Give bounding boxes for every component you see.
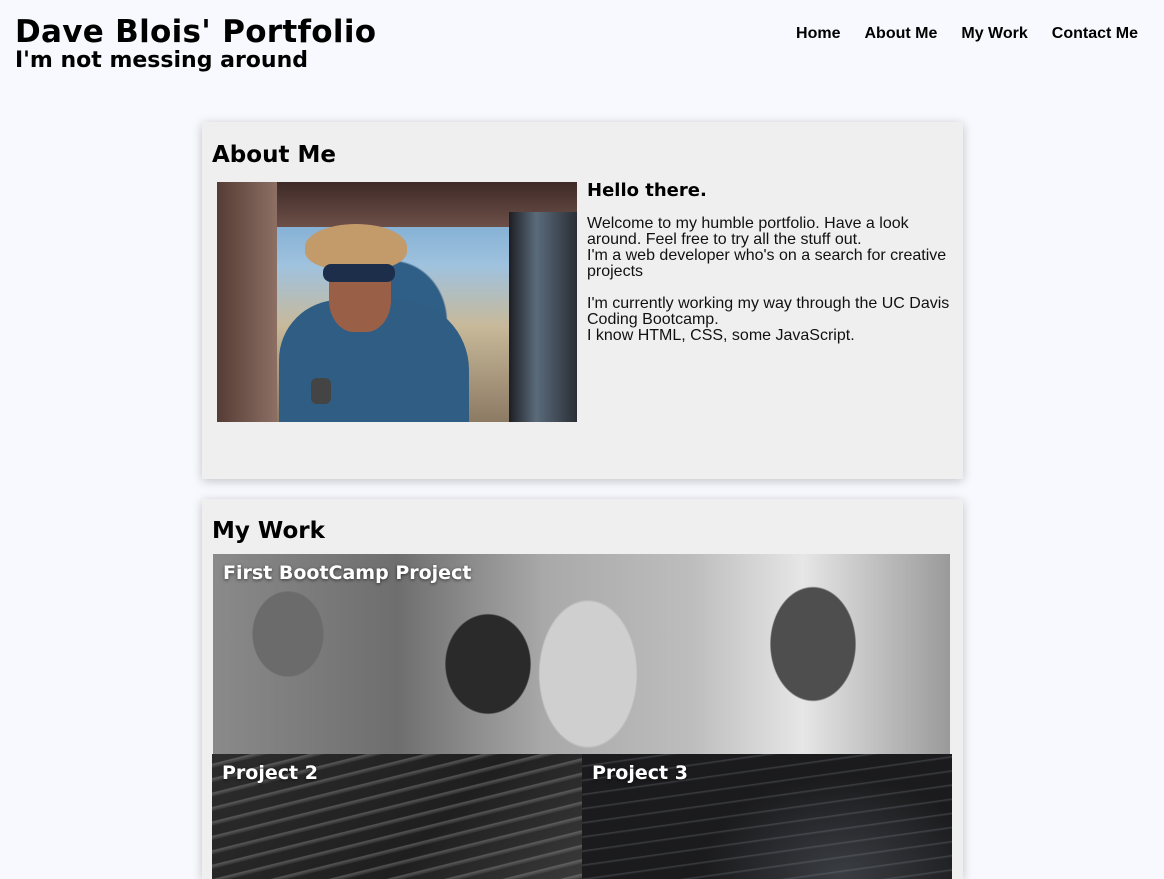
project-tile-2[interactable]: Project 2 [212, 754, 582, 879]
about-paragraph-1-line-1: Welcome to my humble portfolio. Have a l… [587, 215, 909, 248]
nav-about-link[interactable]: About Me [865, 24, 938, 44]
project-tile-first-bootcamp[interactable]: First BootCamp Project [213, 554, 950, 754]
nav-work-link[interactable]: My Work [961, 24, 1027, 44]
nav-home-link[interactable]: Home [796, 24, 840, 44]
about-text: Hello there. Welcome to my humble portfo… [587, 178, 952, 360]
project-tile-label: Project 3 [592, 762, 688, 784]
about-heading: About Me [212, 142, 336, 168]
project-tile-label: Project 2 [222, 762, 318, 784]
about-paragraph-2-line-1: I'm currently working my way through the… [587, 295, 950, 328]
about-section: About Me Hello there. Welcome to my humb… [202, 122, 963, 479]
about-greeting: Hello there. [587, 180, 707, 201]
profile-photo [217, 182, 577, 422]
about-paragraph-2: I'm currently working my way through the… [587, 296, 952, 344]
site-header: Dave Blois' Portfolio I'm not messing ar… [0, 0, 1164, 90]
work-heading: My Work [212, 518, 325, 544]
about-paragraph-2-line-2: I know HTML, CSS, some JavaScript. [587, 327, 855, 344]
project-tile-3[interactable]: Project 3 [582, 754, 952, 879]
main-nav: Home About Me My Work Contact Me [796, 24, 1138, 44]
about-paragraph-1-line-2: I'm a web developer who's on a search fo… [587, 247, 947, 280]
nav-contact-link[interactable]: Contact Me [1052, 24, 1138, 44]
about-paragraph-1: Welcome to my humble portfolio. Have a l… [587, 216, 952, 280]
site-subtitle: I'm not messing around [15, 48, 308, 73]
project-tile-label: First BootCamp Project [223, 562, 472, 584]
work-section: My Work First BootCamp Project Project 2… [202, 499, 963, 879]
